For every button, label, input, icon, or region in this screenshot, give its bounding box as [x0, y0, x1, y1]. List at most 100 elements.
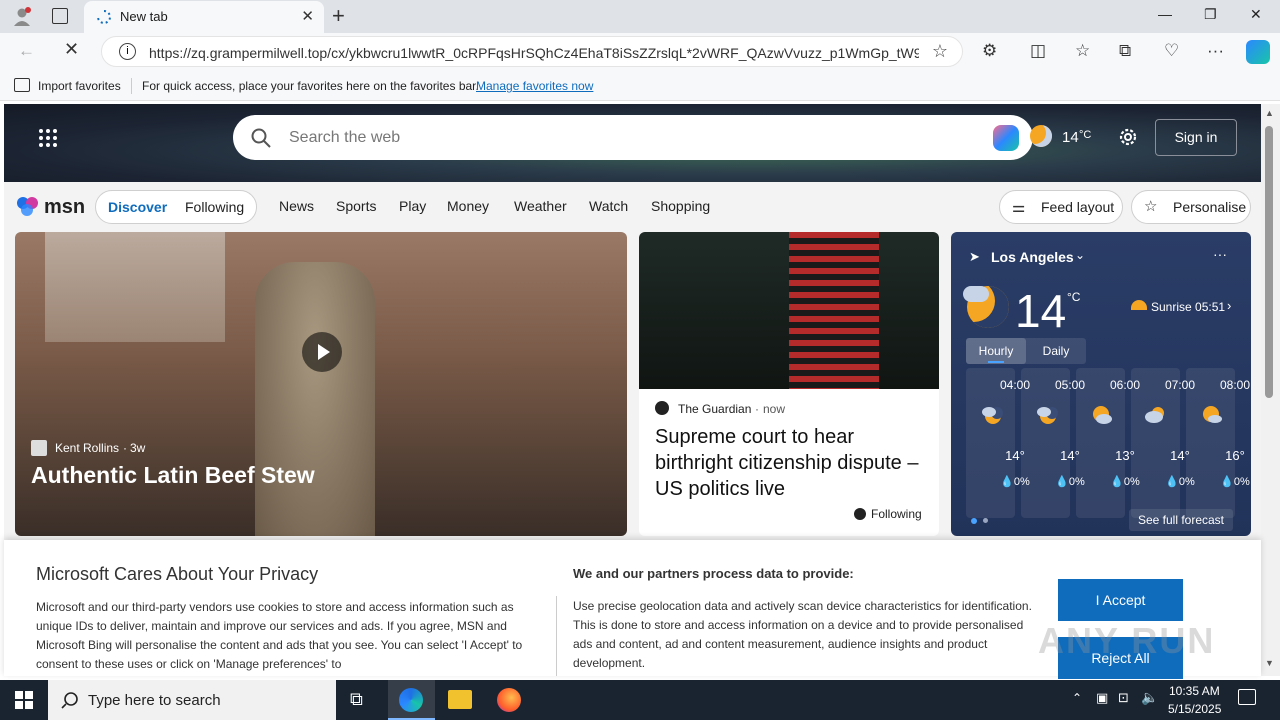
news-title[interactable]: Supreme court to hear birthright citizen… — [655, 424, 931, 502]
hour-column[interactable]: 06:00 13° 💧0% — [1076, 368, 1140, 518]
copilot-search-icon[interactable] — [993, 125, 1019, 151]
tab-following[interactable]: Following — [185, 199, 244, 215]
task-view-icon[interactable]: ⧉ — [350, 689, 363, 710]
restore-icon[interactable]: ❐ — [1204, 6, 1217, 23]
collections-icon[interactable]: ⧉ — [1119, 41, 1131, 61]
file-explorer-icon[interactable] — [448, 690, 472, 709]
clock-time[interactable]: 10:35 AM — [1169, 684, 1220, 698]
manage-favorites-link[interactable]: Manage favorites now — [476, 79, 593, 93]
sunrise-icon — [1131, 300, 1147, 310]
clock-date[interactable]: 5/15/2025 — [1168, 702, 1221, 716]
firefox-icon[interactable] — [497, 688, 521, 712]
hour-column[interactable]: 05:00 14° 💧0% — [1021, 368, 1085, 518]
video-card[interactable]: Kent Rollins · 3w Authentic Latin Beef S… — [15, 232, 627, 536]
personalise-label: Personalise — [1173, 199, 1247, 215]
taskbar-search-box[interactable]: Type here to search — [48, 680, 336, 720]
nav-play[interactable]: Play — [399, 198, 426, 214]
msn-logo[interactable]: msn — [16, 194, 85, 220]
video-backdrop-window — [45, 232, 225, 342]
volume-icon[interactable]: 🔈 — [1141, 689, 1158, 706]
favorites-hint: For quick access, place your favorites h… — [142, 79, 479, 93]
carousel-dot-active[interactable] — [971, 518, 977, 524]
tab-actions-icon[interactable] — [52, 8, 68, 24]
tab-discover[interactable]: Discover — [108, 199, 167, 215]
sunrise-chevron-icon[interactable]: › — [1227, 298, 1231, 313]
tray-chevron-icon[interactable]: ⌃ — [1072, 691, 1082, 705]
settings-icon[interactable] — [1117, 126, 1139, 153]
see-full-forecast-button[interactable]: See full forecast — [1129, 509, 1233, 531]
carousel-dot[interactable] — [983, 518, 988, 523]
nav-weather[interactable]: Weather — [514, 198, 567, 214]
feed-tabs: Discover Following — [95, 190, 257, 224]
header-temp[interactable]: 14 — [1062, 129, 1079, 146]
nav-shopping[interactable]: Shopping — [651, 198, 710, 214]
minimize-icon[interactable]: — — [1158, 6, 1172, 22]
feed-layout-button[interactable]: ⚌ Feed layout — [999, 190, 1123, 224]
header-weather-icon[interactable] — [1030, 125, 1052, 147]
edge-taskbar-icon[interactable] — [388, 680, 435, 720]
profile-icon[interactable] — [12, 6, 32, 26]
favorites-divider — [131, 78, 132, 94]
video-title[interactable]: Authentic Latin Beef Stew — [31, 462, 315, 489]
weather-more-icon[interactable]: ··· — [1213, 246, 1227, 262]
url-text[interactable]: https://zq.grampermilwell.top/cx/ykbwcru… — [149, 45, 919, 61]
tray-device-icon[interactable]: ▣ — [1096, 690, 1108, 706]
performance-icon[interactable]: ♡ — [1164, 41, 1179, 61]
scroll-down-icon[interactable]: ▼ — [1265, 658, 1274, 668]
favorite-star-icon[interactable]: ☆ — [932, 41, 948, 62]
video-age: 3w — [130, 441, 146, 455]
loading-spinner-icon — [96, 9, 112, 30]
weather-card[interactable]: ➤ Los Angeles ⌄ ··· 14 °C Sunrise 05:51 … — [951, 232, 1251, 536]
hour-column[interactable]: 07:00 14° 💧0% — [1131, 368, 1195, 518]
close-tab-icon[interactable]: ✕ — [301, 7, 314, 25]
play-button-icon[interactable] — [302, 332, 342, 372]
page-scrollbar[interactable]: ▲ ▼ — [1261, 104, 1280, 676]
accept-button[interactable]: I Accept — [1058, 579, 1183, 621]
privacy-banner: Microsoft Cares About Your Privacy Micro… — [4, 540, 1261, 679]
search-box[interactable]: Search the web — [233, 115, 1033, 160]
taskbar-search-input[interactable]: Type here to search — [88, 692, 221, 709]
search-input[interactable]: Search the web — [289, 129, 400, 147]
network-icon[interactable]: ⊡ — [1118, 690, 1129, 706]
app-launcher-icon[interactable] — [38, 128, 58, 153]
new-tab-icon[interactable]: + — [332, 3, 345, 29]
nav-news[interactable]: News — [279, 198, 314, 214]
stop-loading-icon[interactable]: ✕ — [64, 39, 79, 60]
more-menu-icon[interactable]: ··· — [1207, 41, 1224, 61]
windows-start-icon[interactable] — [15, 691, 33, 714]
hour-column[interactable]: 08:00 16° 💧0% — [1186, 368, 1250, 518]
address-bar[interactable]: i https://zq.grampermilwell.top/cx/ykbwc… — [101, 36, 963, 67]
sign-in-button[interactable]: Sign in — [1155, 119, 1237, 156]
feed-layout-label: Feed layout — [1041, 199, 1115, 215]
weather-city[interactable]: Los Angeles — [991, 249, 1074, 265]
nav-money[interactable]: Money — [447, 198, 489, 214]
favorites-icon[interactable]: ☆ — [1075, 41, 1090, 61]
personalise-button[interactable]: ☆ Personalise — [1131, 190, 1251, 224]
following-label[interactable]: Following — [871, 507, 922, 521]
scroll-up-icon[interactable]: ▲ — [1265, 108, 1274, 118]
hour-precip: 💧0% — [1220, 476, 1250, 488]
copilot-icon[interactable] — [1246, 40, 1270, 64]
site-info-icon[interactable]: i — [119, 43, 136, 60]
back-icon[interactable]: ← — [18, 41, 35, 61]
msn-nav-bar: msn Discover Following News Sports Play … — [4, 182, 1261, 232]
news-image-figure — [789, 232, 879, 389]
hour-column[interactable]: 04:00 14° 💧0% — [966, 368, 1030, 518]
city-chevron-icon[interactable]: ⌄ — [1075, 248, 1085, 262]
news-source[interactable]: The Guardian — [678, 402, 751, 416]
nav-watch[interactable]: Watch — [589, 198, 628, 214]
nav-sports[interactable]: Sports — [336, 198, 376, 214]
sunrise-label[interactable]: Sunrise 05:51 — [1151, 300, 1225, 314]
extensions-icon[interactable]: ⚙ — [982, 41, 997, 61]
browser-tab[interactable]: New tab ✕ — [84, 1, 324, 33]
news-card[interactable]: The Guardian · now Supreme court to hear… — [639, 232, 939, 536]
source-logo — [31, 440, 47, 456]
import-favorites-icon[interactable] — [14, 78, 30, 92]
scroll-thumb[interactable] — [1265, 126, 1273, 398]
notifications-icon[interactable] — [1238, 689, 1256, 705]
split-screen-icon[interactable]: ◫ — [1030, 41, 1046, 61]
import-favorites-link[interactable]: Import favorites — [38, 79, 121, 93]
close-window-icon[interactable]: ✕ — [1250, 6, 1262, 23]
video-source[interactable]: Kent Rollins — [55, 441, 119, 455]
tab-daily[interactable]: Daily — [1026, 338, 1086, 364]
